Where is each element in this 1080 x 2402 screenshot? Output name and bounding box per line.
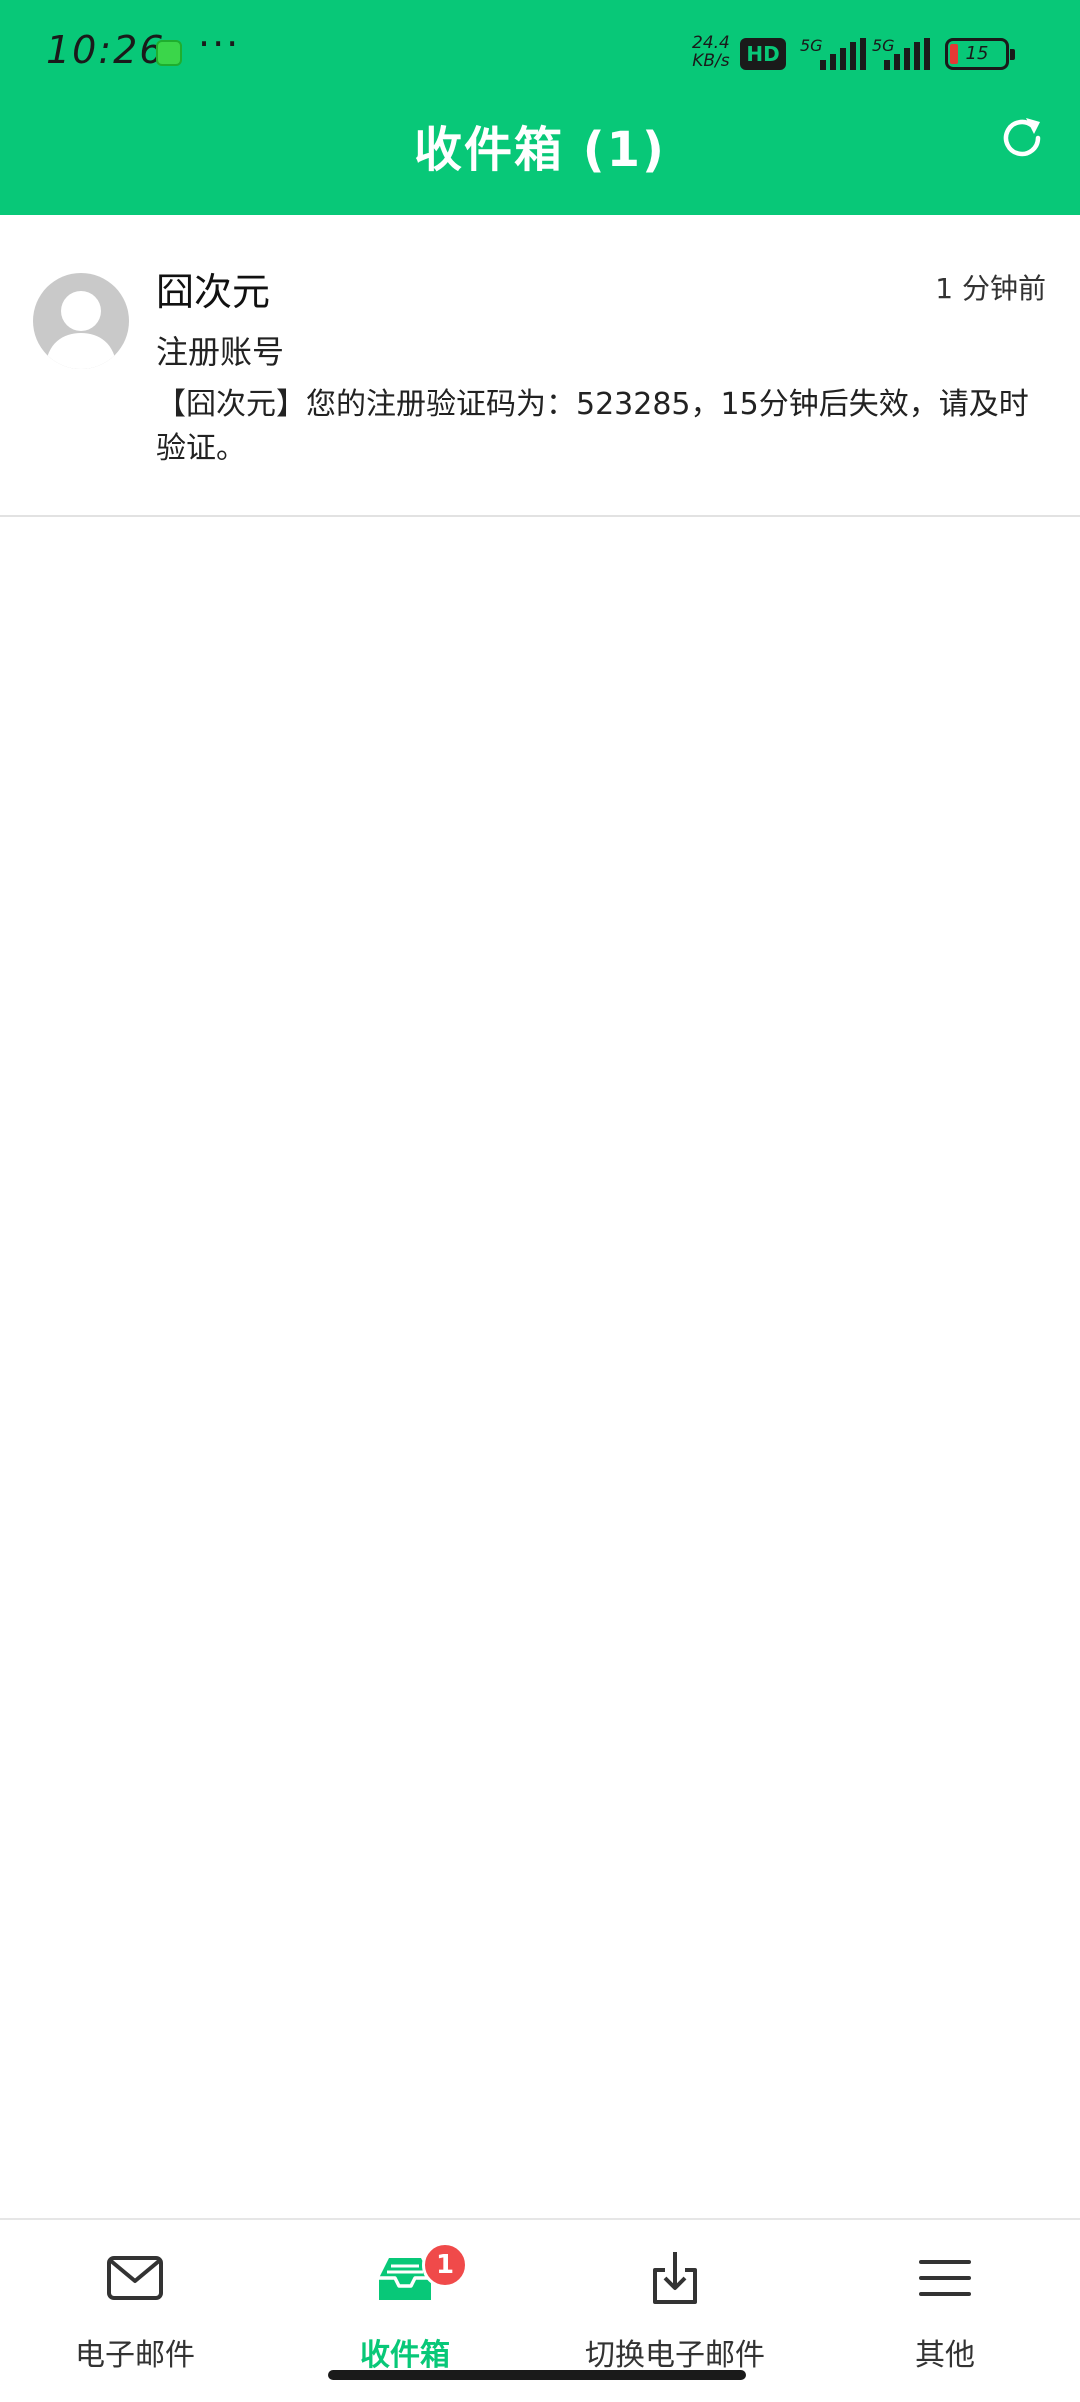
network-speed: 24.4 KB/s [692,34,730,70]
page-title: 收件箱 (1) [414,122,666,178]
mail-preview: 【囧次元】您的注册验证码为：523285，15分钟后失效，请及时验证。 [156,387,1029,466]
signal-icon [884,38,930,70]
mail-sender: 囧次元 [156,270,271,314]
hd-voice-icon: HD [740,38,786,70]
tab-switch-email[interactable]: 切换电子邮件 [540,2220,810,2373]
header-bar: 10:26 ··· 24.4 KB/s HD 5G 5G 15 收件箱 (1) [0,0,1080,215]
network-speed-value: 24.4 [692,33,730,53]
mail-time: 1 分钟前 [935,272,1046,305]
tab-other[interactable]: 其他 [810,2220,1080,2373]
avatar [33,273,129,369]
download-icon [653,2252,697,2304]
network-speed-unit: KB/s [692,51,730,71]
battery-icon: 15 [945,38,1015,70]
mail-subject: 注册账号 [156,333,285,371]
inbox-badge: 1 [422,2242,468,2288]
more-notifications-icon: ··· [198,22,241,66]
tab-inbox[interactable]: 1 收件箱 [270,2220,540,2373]
tab-email-label: 电子邮件 [75,2338,195,2373]
user-icon [45,291,117,369]
mail-icon [107,2256,163,2300]
refresh-icon[interactable] [996,112,1048,164]
status-time: 10:26 [46,28,166,72]
tab-other-label: 其他 [915,2338,975,2373]
tab-inbox-label: 收件箱 [360,2338,450,2373]
signal-icon [820,38,866,70]
app-notification-icon [156,40,182,66]
home-indicator[interactable] [328,2370,746,2380]
tab-email[interactable]: 电子邮件 [0,2220,270,2373]
status-bar: 10:26 ··· 24.4 KB/s HD 5G 5G 15 [0,0,1080,105]
tab-switch-email-label: 切换电子邮件 [585,2338,765,2373]
mail-list-item[interactable]: 囧次元 1 分钟前 注册账号 【囧次元】您的注册验证码为：523285，15分钟… [0,215,1080,517]
menu-icon [919,2260,971,2296]
